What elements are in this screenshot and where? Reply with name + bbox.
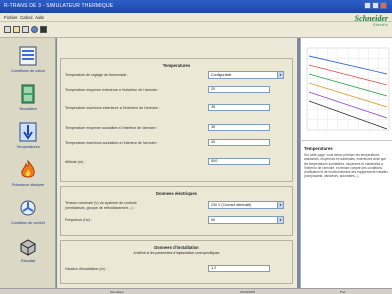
brand-name: Schneider [354, 14, 388, 23]
preview-chart-svg [306, 47, 390, 131]
voltage-select[interactable]: 230 V (Courant alternatif) ▾ [208, 201, 284, 209]
status-bar: Simulation 20/09/2005 Pret [0, 288, 392, 294]
help-text: Sur cette page, vous devez preciser les … [304, 153, 388, 179]
save-icon[interactable] [4, 26, 11, 33]
ext-max-temp-label: Temperature maximum exterieure a l'exter… [65, 106, 160, 110]
ext-avg-temp-input[interactable]: 20 [208, 86, 270, 93]
brand-tagline: Electric [373, 23, 388, 27]
toolbar [0, 22, 392, 38]
sidebar: Conditions de calcul Simulation Temperat… [0, 38, 56, 288]
sidebar-item-label: Temperatures [16, 145, 40, 149]
voltage-label-2: (ventilateurs, groupe de refroidissement… [65, 206, 135, 210]
sidebar-item-temperatures[interactable]: Temperatures [0, 118, 56, 156]
menu-bar: Fichier Calcul Aide [0, 13, 392, 22]
print-icon[interactable] [22, 26, 29, 33]
int-avg-temp-label: Temperature moyenne souhaitee a l'interi… [65, 126, 158, 130]
preview-chart [300, 38, 392, 140]
tool-icon[interactable] [40, 26, 47, 33]
flame-icon [21, 160, 35, 178]
thermostat-select[interactable]: Configurable ▾ [208, 71, 284, 79]
int-max-temp-label: Temperature maximum souhaitee a l'interi… [65, 141, 159, 145]
int-avg-temp-input[interactable]: 35 [208, 124, 270, 131]
chevron-down-icon: ▾ [277, 217, 283, 223]
menu-aide[interactable]: Aide [35, 15, 44, 20]
open-folder-icon[interactable] [13, 26, 20, 33]
maximize-button[interactable] [372, 2, 379, 9]
status-right: Pret [340, 290, 346, 294]
section-title: Donnees electriques [156, 191, 197, 196]
sidebar-item-simulation[interactable]: Simulation [0, 80, 56, 118]
install-height-input[interactable]: 1,2 [208, 265, 270, 272]
section-title: Temperatures [162, 63, 191, 68]
voltage-label: Tension nominale (V) du systeme de contr… [65, 201, 137, 205]
close-button[interactable] [380, 2, 387, 9]
menu-calcul[interactable]: Calcul [20, 15, 33, 20]
section-subtitle: A definir si les parametres d'implantati… [133, 251, 220, 255]
result-box-icon [20, 239, 36, 256]
sidebar-item-label: Resultat [21, 259, 35, 263]
cabinet-icon [21, 84, 35, 104]
thermometer-down-icon [19, 122, 37, 142]
sidebar-item-comfort[interactable]: Condition de confort [0, 194, 56, 232]
int-max-temp-input[interactable]: 40 [208, 139, 270, 146]
install-section: Donnees d'installation A definir si les … [60, 240, 293, 284]
main-form: Temperatures Temperature de reglage de t… [57, 38, 297, 288]
temperature-section: Temperatures Temperature de reglage de t… [60, 58, 293, 182]
install-height-label: Hauteur d'installation (m) : [65, 267, 107, 271]
sidebar-item-power[interactable]: Puissance dissipee [0, 156, 56, 194]
altitude-label: Altitude (m) : [65, 160, 86, 164]
minimize-button[interactable] [364, 2, 371, 9]
help-icon[interactable] [31, 26, 38, 33]
chevron-down-icon: ▾ [277, 72, 283, 78]
sidebar-item-label: Puissance dissipee [11, 183, 45, 187]
chevron-down-icon: ▾ [277, 202, 283, 208]
brand-logo: Schneider Electric [355, 14, 388, 27]
sidebar-item-conditions[interactable]: Conditions de calcul [0, 42, 56, 80]
window-title: R-TRANS DE 3 - SIMULATEUR THERMIQUE [4, 3, 114, 9]
thermostat-label: Temperature de reglage de thermostat : [65, 73, 129, 77]
sidebar-item-label: Conditions de calcul [11, 69, 45, 73]
sidebar-item-label: Condition de confort [11, 221, 45, 225]
frequency-select[interactable]: 50 ▾ [208, 216, 284, 224]
menu-fichier[interactable]: Fichier [4, 15, 18, 20]
document-list-icon [19, 46, 37, 66]
title-bar: R-TRANS DE 3 - SIMULATEUR THERMIQUE [0, 0, 392, 13]
ext-avg-temp-label: Temperature moyenne exterieure a l'exter… [65, 88, 160, 92]
ext-max-temp-input[interactable]: 35 [208, 104, 270, 111]
status-left: Simulation [110, 290, 125, 294]
sidebar-item-label: Simulation [19, 107, 37, 111]
fan-icon [20, 200, 36, 216]
frequency-label: Frequence (Hz) : [65, 218, 92, 222]
section-title: Donnees d'installation [154, 245, 199, 250]
status-center: 20/09/2005 [240, 290, 256, 294]
electric-section: Donnees electriques Tension nominale (V)… [60, 186, 293, 236]
altitude-input[interactable]: 500 [208, 158, 270, 165]
help-title: Temperatures [304, 146, 333, 151]
help-panel: Temperatures Sur cette page, vous devez … [300, 140, 392, 288]
sidebar-item-result[interactable]: Resultat [0, 232, 56, 270]
